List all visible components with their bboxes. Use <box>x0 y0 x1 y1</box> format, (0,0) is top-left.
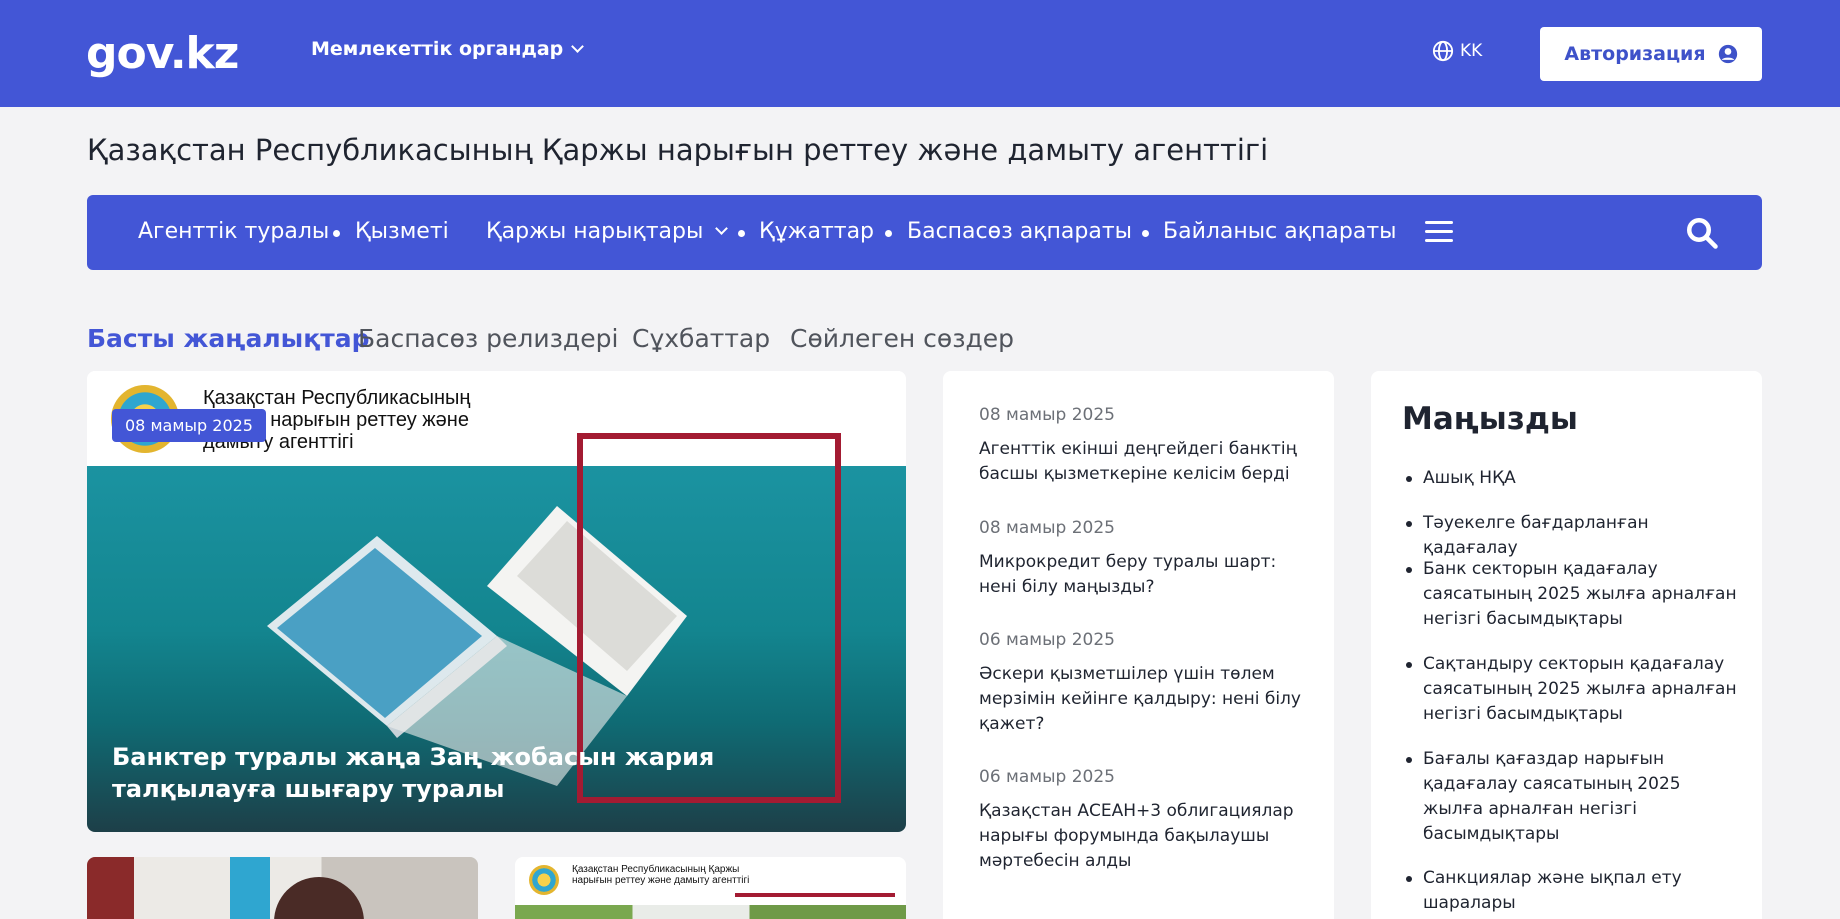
important-item[interactable]: Сақтандыру секторын қадағалау саясатының… <box>1406 652 1743 727</box>
news-date: 06 мамыр 2025 <box>979 630 1115 650</box>
news-thumbnail-1[interactable] <box>87 857 478 919</box>
government-agencies-dropdown[interactable]: Мемлекеттік органдар <box>311 38 585 60</box>
login-button[interactable]: Авторизация <box>1540 27 1762 81</box>
language-label: KK <box>1460 41 1483 61</box>
important-item[interactable]: Санкциялар және ықпал ету шаралары <box>1406 866 1743 916</box>
tab-main-news[interactable]: Басты жаңалықтар <box>87 324 370 353</box>
menu-icon[interactable] <box>1425 221 1453 243</box>
tab-interviews[interactable]: Сұхбаттар <box>632 324 770 353</box>
government-agencies-label: Мемлекеттік органдар <box>311 38 564 60</box>
chevron-down-icon <box>715 222 729 235</box>
featured-date-badge: 08 мамыр 2025 <box>112 409 266 442</box>
nav-item-financial-markets[interactable]: Қаржы нарықтары <box>486 219 729 244</box>
important-item[interactable]: Ашық НҚА <box>1406 466 1743 491</box>
nav-item-contacts[interactable]: Байланыс ақпараты <box>1163 219 1397 244</box>
top-header: gov.kz Мемлекеттік органдар KK Авторизац… <box>0 0 1840 107</box>
search-icon[interactable] <box>1684 215 1720 251</box>
tab-speeches[interactable]: Сөйлеген сөздер <box>790 324 1014 353</box>
user-icon <box>1718 44 1737 64</box>
news-thumbnail-2[interactable]: Қазақстан Республикасының Қаржы нарығын … <box>515 857 906 919</box>
state-emblem-icon <box>529 865 559 895</box>
important-title: Маңызды <box>1402 401 1578 437</box>
news-title[interactable]: Қазақстан АСЕАН+3 облигациялар нарығы фо… <box>979 799 1309 874</box>
news-title[interactable]: Микрокредит беру туралы шарт: нені білу … <box>979 550 1309 600</box>
news-date: 08 мамыр 2025 <box>979 518 1115 538</box>
featured-news-card[interactable]: Қазақстан Республикасының Қаржы нарығын … <box>87 371 906 832</box>
chevron-down-icon <box>571 40 585 53</box>
language-switcher[interactable]: KK <box>1432 40 1482 62</box>
list-item[interactable]: 08 мамыр 2025 Агенттік екінші деңгейдегі… <box>979 405 1309 487</box>
news-title[interactable]: Агенттік екінші деңгейдегі банктің басшы… <box>979 437 1309 487</box>
decorative-frame <box>735 893 895 897</box>
news-date: 06 мамыр 2025 <box>979 767 1115 787</box>
list-item[interactable]: 08 мамыр 2025 Микрокредит беру туралы ша… <box>979 518 1309 600</box>
important-item[interactable]: Бағалы қағаздар нарығын қадағалау саясат… <box>1406 747 1743 847</box>
important-item[interactable]: Тәуекелге бағдарланған қадағалау <box>1406 511 1743 561</box>
login-label: Авторизация <box>1564 43 1706 65</box>
list-item[interactable]: 06 мамыр 2025 Әскери қызметшілер үшін тө… <box>979 630 1309 737</box>
agency-nav: Агенттік туралы Қызметі Қаржы нарықтары … <box>87 195 1762 270</box>
nav-separator <box>738 230 745 237</box>
nav-item-press[interactable]: Баспасөз ақпараты <box>907 219 1132 244</box>
list-item[interactable]: 06 мамыр 2025 Қазақстан АСЕАН+3 облигаци… <box>979 767 1309 874</box>
nav-separator <box>1142 230 1149 237</box>
globe-icon <box>1432 40 1454 62</box>
tab-press-releases[interactable]: Баспасөз релиздері <box>358 324 618 353</box>
gov-kz-logo[interactable]: gov.kz <box>86 28 239 79</box>
nav-item-about[interactable]: Агенттік туралы <box>138 219 329 244</box>
nav-item-activity[interactable]: Қызметі <box>355 219 449 244</box>
person-photo <box>274 877 364 919</box>
nav-item-financial-markets-label: Қаржы нарықтары <box>486 219 704 244</box>
thumbnail-org-text: Қазақстан Республикасының Қаржы нарығын … <box>572 864 750 886</box>
news-list-card: 08 мамыр 2025 Агенттік екінші деңгейдегі… <box>943 371 1334 919</box>
news-date: 08 мамыр 2025 <box>979 405 1115 425</box>
important-card: Маңызды Ашық НҚА Тәуекелге бағдарланған … <box>1371 371 1762 919</box>
nav-separator <box>885 230 892 237</box>
featured-title: Банктер туралы жаңа Заң жобасын жария та… <box>112 743 715 803</box>
important-item[interactable]: Банк секторын қадағалау саясатының 2025 … <box>1406 557 1743 632</box>
news-title[interactable]: Әскери қызметшілер үшін төлем мерзімін к… <box>979 662 1309 737</box>
nav-item-documents[interactable]: Құжаттар <box>759 219 874 244</box>
agency-title: Қазақстан Республикасының Қаржы нарығын … <box>87 133 1269 167</box>
thumbnail-photo <box>515 905 906 919</box>
nav-separator <box>333 230 340 237</box>
flag-image <box>230 857 270 919</box>
